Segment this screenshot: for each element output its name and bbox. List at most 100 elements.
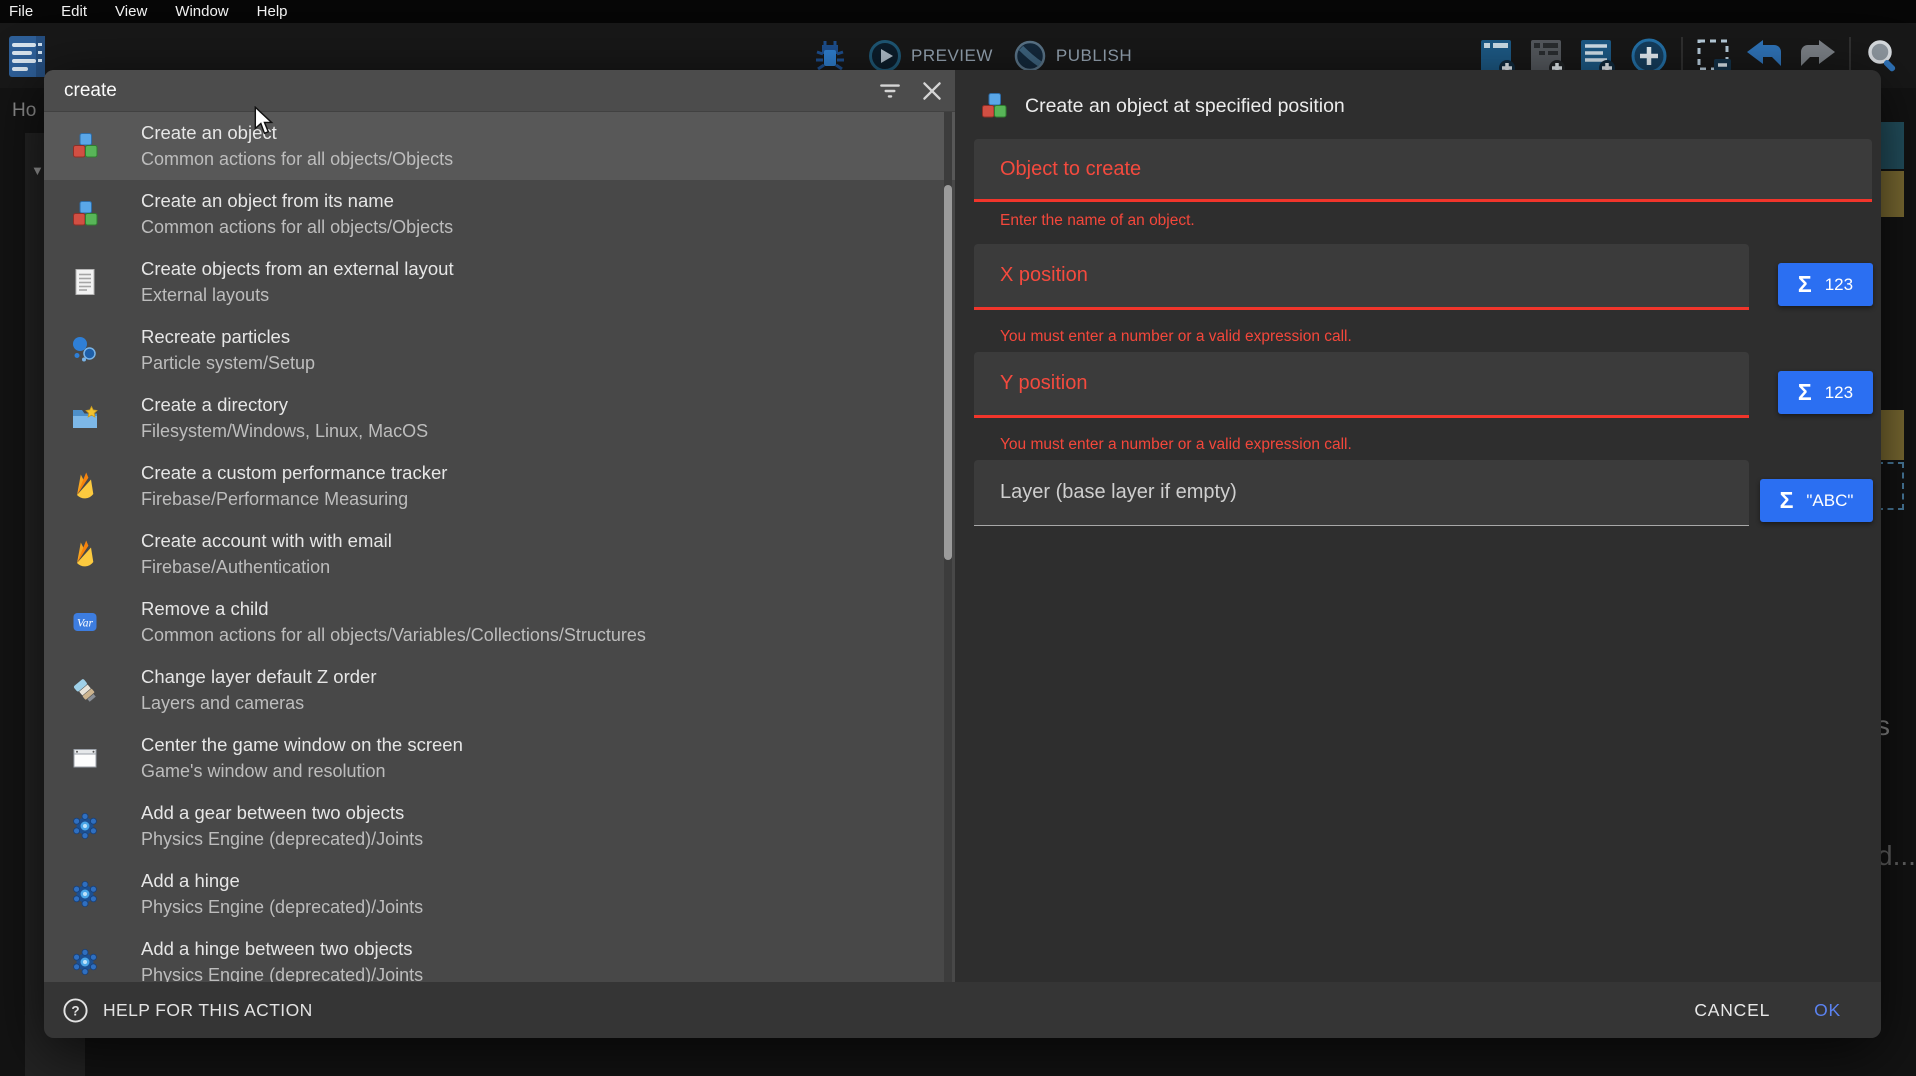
x-position-field[interactable]: X position [974, 244, 1749, 310]
action-title: Create an object at specified position [1025, 95, 1345, 118]
action-list-item[interactable]: Recreate particles Particle system/Setup [44, 316, 955, 384]
remove-selection-button[interactable] [1695, 37, 1733, 75]
folder-icon [70, 403, 100, 433]
help-label: HELP FOR THIS ACTION [103, 1000, 313, 1021]
action-list-item[interactable]: Change layer default Z order Layers and … [44, 656, 955, 724]
action-item-subtitle: Common actions for all objects/Objects [141, 217, 453, 238]
firebase-icon [70, 539, 100, 569]
action-item-subtitle: Physics Engine (deprecated)/Joints [141, 965, 423, 982]
search-bar [44, 70, 955, 112]
menu-file[interactable]: File [9, 3, 33, 20]
x-expression-builder-button[interactable]: Σ 123 [1778, 263, 1873, 306]
action-item-subtitle: Game's window and resolution [141, 761, 463, 782]
action-item-subtitle: Layers and cameras [141, 693, 377, 714]
mouse-cursor [252, 106, 276, 141]
particles-icon [70, 335, 100, 365]
toolbar-separator [1681, 37, 1683, 75]
object-to-create-field[interactable]: Object to create [974, 139, 1872, 202]
y-position-label: Y position [1000, 372, 1087, 395]
list-scrollbar[interactable] [944, 112, 952, 982]
sigma-button-label: 123 [1825, 275, 1853, 295]
search-input[interactable] [64, 80, 861, 102]
menu-view[interactable]: View [115, 3, 147, 20]
filter-icon[interactable] [877, 78, 903, 104]
action-list-item[interactable]: Create objects from an external layout E… [44, 248, 955, 316]
action-chooser-dialog: Create an object Common actions for all … [44, 70, 1881, 1038]
action-item-title: Add a hinge [141, 870, 423, 892]
action-list-item[interactable]: Create account with with email Firebase/… [44, 520, 955, 588]
action-item-title: Recreate particles [141, 326, 315, 348]
cubes-icon [70, 199, 100, 229]
var-icon: Var [70, 607, 100, 637]
background-selection-outline [1877, 462, 1904, 510]
preview-label: PREVIEW [911, 46, 993, 66]
y-position-error: You must enter a number or a valid expre… [1000, 436, 1352, 454]
action-list-item[interactable]: Add a hinge between two objects Physics … [44, 928, 955, 982]
layers-icon [70, 675, 100, 705]
firebase-icon [70, 471, 100, 501]
action-item-title: Add a hinge between two objects [141, 938, 423, 960]
action-list-item[interactable]: Create a custom performance tracker Fire… [44, 452, 955, 520]
menu-edit[interactable]: Edit [61, 3, 87, 20]
publish-button[interactable]: PUBLISH [1013, 39, 1132, 73]
sigma-icon: Σ [1798, 381, 1812, 404]
undo-button[interactable] [1745, 39, 1785, 73]
action-list-item[interactable]: Create an object Common actions for all … [44, 112, 955, 180]
x-position-label: X position [1000, 264, 1088, 287]
preview-button[interactable]: PREVIEW [868, 39, 993, 73]
menu-window[interactable]: Window [175, 3, 228, 20]
help-icon: ? [62, 997, 89, 1024]
layer-expression-builder-button[interactable]: Σ "ABC" [1760, 479, 1873, 522]
action-item-title: Create a custom performance tracker [141, 462, 447, 484]
sigma-button-label: "ABC" [1806, 491, 1853, 511]
dialog-footer: ? HELP FOR THIS ACTION CANCEL OK [44, 982, 1881, 1038]
ok-button[interactable]: OK [1814, 1000, 1841, 1021]
y-position-field[interactable]: Y position [974, 352, 1749, 418]
action-item-title: Create an object [141, 122, 453, 144]
action-item-subtitle: External layouts [141, 285, 454, 306]
debug-icon[interactable] [812, 38, 848, 74]
sigma-icon: Σ [1780, 489, 1794, 512]
object-to-create-helper: Enter the name of an object. [1000, 212, 1195, 230]
action-item-title: Create objects from an external layout [141, 258, 454, 280]
physics-icon [70, 879, 100, 909]
action-item-subtitle: Firebase/Authentication [141, 557, 392, 578]
cubes-icon [979, 91, 1009, 121]
publish-globe-icon [1013, 39, 1047, 73]
action-list-item[interactable]: Add a gear between two objects Physics E… [44, 792, 955, 860]
action-list-item[interactable]: Create an object from its name Common ac… [44, 180, 955, 248]
action-list-item[interactable]: Create a directory Filesystem/Windows, L… [44, 384, 955, 452]
y-expression-builder-button[interactable]: Σ 123 [1778, 371, 1873, 414]
x-position-error: You must enter a number or a valid expre… [1000, 328, 1352, 346]
close-icon[interactable] [919, 78, 945, 104]
action-item-subtitle: Physics Engine (deprecated)/Joints [141, 829, 423, 850]
action-item-subtitle: Firebase/Performance Measuring [141, 489, 447, 510]
action-item-title: Create a directory [141, 394, 428, 416]
layer-label: Layer (base layer if empty) [1000, 481, 1237, 504]
window-icon [70, 743, 100, 773]
action-list: Create an object Common actions for all … [44, 112, 955, 982]
tab-home[interactable]: Ho [12, 100, 36, 122]
sigma-button-label: 123 [1825, 383, 1853, 403]
layer-field[interactable]: Layer (base layer if empty) [974, 460, 1749, 526]
action-item-title: Change layer default Z order [141, 666, 377, 688]
cubes-icon [70, 131, 100, 161]
sigma-icon: Σ [1798, 273, 1812, 296]
physics-icon [70, 947, 100, 977]
action-item-title: Create an object from its name [141, 190, 453, 212]
action-item-title: Center the game window on the screen [141, 734, 463, 756]
action-list-item[interactable]: Add a hinge Physics Engine (deprecated)/… [44, 860, 955, 928]
action-details-panel: Create an object at specified position O… [955, 70, 1881, 982]
physics-icon [70, 811, 100, 841]
scrollbar-thumb[interactable] [944, 185, 952, 560]
spreadsheet-icon [70, 267, 100, 297]
menu-help[interactable]: Help [257, 3, 288, 20]
project-manager-icon[interactable] [7, 33, 49, 84]
help-for-this-action-button[interactable]: ? HELP FOR THIS ACTION [62, 997, 313, 1024]
cancel-button[interactable]: CANCEL [1694, 1000, 1770, 1021]
svg-text:Var: Var [77, 618, 94, 630]
action-list-item[interactable]: Var Remove a child Common actions for al… [44, 588, 955, 656]
redo-button[interactable] [1797, 39, 1837, 73]
action-list-item[interactable]: Center the game window on the screen Gam… [44, 724, 955, 792]
toolbar-separator [1849, 37, 1851, 75]
